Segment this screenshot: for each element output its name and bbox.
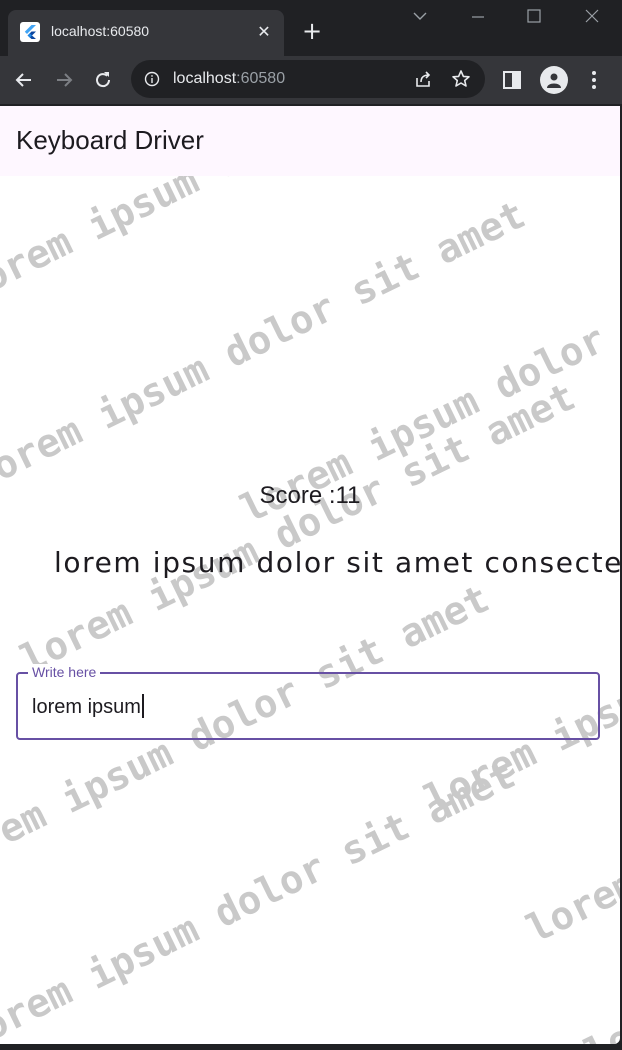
side-panel-icon[interactable] — [502, 70, 522, 90]
close-tab-icon[interactable]: ✕ — [254, 22, 274, 42]
site-info-icon[interactable] — [144, 71, 160, 87]
reload-icon[interactable] — [89, 66, 117, 94]
back-arrow-icon[interactable] — [10, 66, 38, 94]
app-title: Keyboard Driver — [16, 125, 204, 155]
close-window-icon[interactable] — [580, 8, 604, 28]
minimize-icon[interactable] — [466, 8, 490, 28]
share-icon[interactable] — [413, 69, 433, 89]
address-bar[interactable]: localhost:60580 — [131, 60, 485, 98]
browser-tab-strip: localhost:60580 ✕ + — [0, 0, 622, 56]
app-bar: Keyboard Driver — [0, 106, 620, 176]
tab-title: localhost:60580 — [51, 23, 150, 39]
maximize-icon[interactable] — [522, 8, 546, 28]
bookmark-star-icon[interactable] — [451, 69, 471, 89]
tab-search-chevron-icon[interactable] — [408, 8, 432, 28]
profile-avatar-icon[interactable] — [540, 66, 568, 94]
new-tab-plus-icon[interactable]: + — [298, 18, 326, 46]
forward-arrow-icon[interactable] — [50, 66, 78, 94]
target-sentence: lorem ipsum dolor sit amet consectetur — [54, 546, 620, 579]
text-caret — [141, 694, 144, 718]
kebab-menu-icon[interactable] — [584, 68, 604, 92]
input-value: lorem ipsum — [32, 696, 141, 718]
input-label: Write here — [28, 664, 101, 680]
typing-input[interactable]: lorem ipsum — [32, 694, 144, 719]
browser-tab[interactable]: localhost:60580 ✕ — [8, 10, 284, 56]
url-text: localhost:60580 — [173, 70, 286, 87]
score-label: Score :11 — [259, 482, 361, 509]
flutter-icon — [20, 22, 40, 42]
typing-input-field[interactable]: Write here lorem ipsum — [16, 664, 600, 740]
app-page: lorem ipsum dolor sit amet lorem ipsum d… — [0, 106, 620, 1044]
browser-toolbar: localhost:60580 — [0, 56, 622, 104]
